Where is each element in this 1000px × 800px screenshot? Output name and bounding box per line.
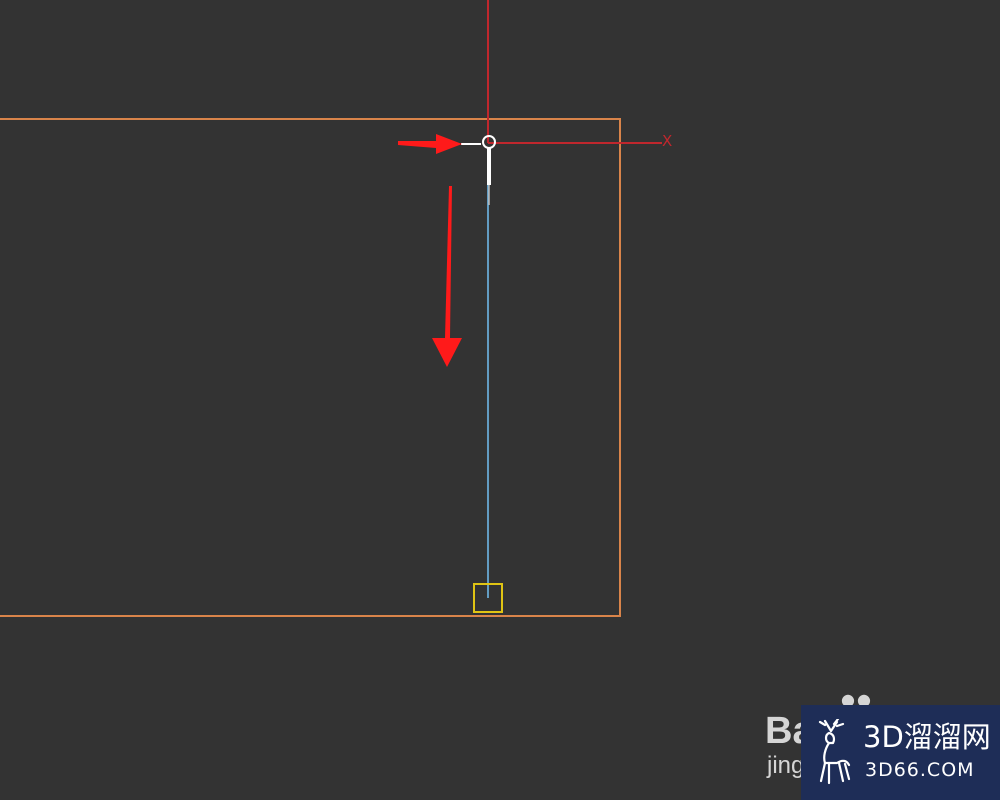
deer-logo-icon bbox=[818, 719, 851, 785]
arrow-down-icon bbox=[432, 186, 462, 367]
viewport-canvas[interactable]: X ●● Ba jing 3D溜溜网 3D66.COM bbox=[0, 0, 1000, 800]
baidu-watermark-sub: jing bbox=[767, 752, 805, 779]
site-watermark-name: 3D溜溜网 bbox=[863, 720, 991, 754]
site-watermark: 3D溜溜网 3D66.COM bbox=[801, 705, 1000, 800]
viewport-drawing[interactable]: X bbox=[0, 0, 1000, 800]
axis-x-label: X bbox=[662, 132, 672, 150]
line-cursor-icon bbox=[461, 135, 496, 205]
site-watermark-url: 3D66.COM bbox=[865, 759, 975, 781]
arrow-right-icon bbox=[398, 134, 462, 154]
rectangle-outline[interactable] bbox=[0, 118, 621, 617]
